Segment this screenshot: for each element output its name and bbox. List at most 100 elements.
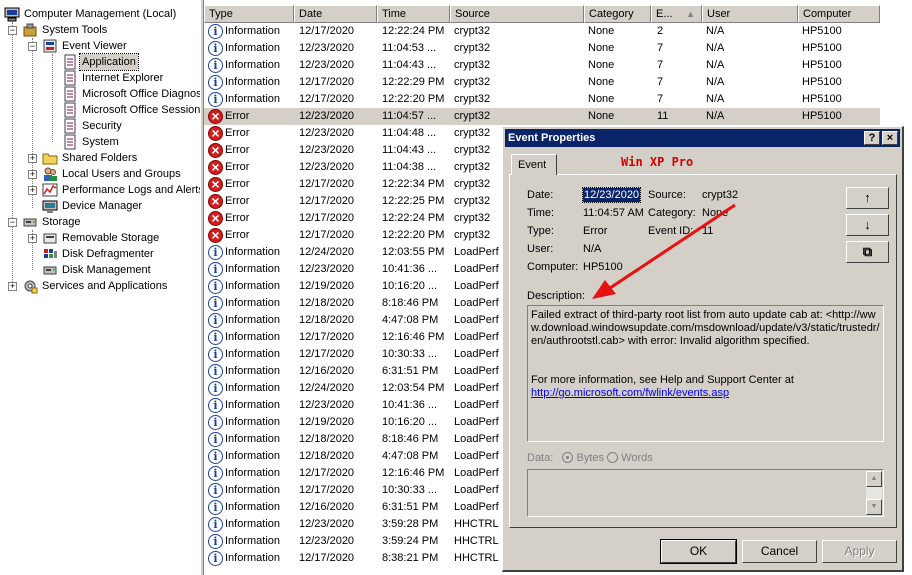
user-value: N/A — [583, 243, 602, 255]
data-format-row: Data: Bytes Words — [527, 452, 653, 464]
expand-icon[interactable]: + — [28, 154, 37, 163]
collapse-icon[interactable]: − — [8, 26, 17, 35]
tab-event[interactable]: Event — [511, 154, 557, 175]
cell-type: Information — [225, 416, 281, 428]
description-label: Description: — [527, 290, 586, 302]
error-icon — [208, 194, 223, 209]
category-label: Category: — [648, 207, 696, 219]
description-box[interactable]: Failed extract of third-party root list … — [527, 305, 884, 442]
previous-event-button[interactable]: ↑ — [846, 187, 889, 209]
info-icon — [208, 432, 223, 447]
cell-type: Information — [225, 467, 281, 479]
cell-date: 12/23/2020 — [299, 110, 355, 122]
cell-event-id: 7 — [657, 42, 664, 54]
cell-date: 12/17/2020 — [299, 467, 355, 479]
log-icon — [64, 118, 76, 134]
table-row[interactable]: Information 12/17/2020 12:22:29 PM crypt32 N… — [204, 74, 880, 91]
cell-type: Information — [225, 450, 281, 462]
apply-button[interactable]: Apply — [822, 540, 897, 563]
table-row[interactable]: Information 12/23/2020 11:04:43 ... crypt32… — [204, 57, 880, 74]
words-label: Words — [621, 452, 653, 464]
column-header-source[interactable]: Source — [450, 5, 584, 23]
info-icon — [208, 415, 223, 430]
log-icon — [64, 54, 76, 70]
cell-time: 11:04:53 ... — [382, 42, 437, 54]
cell-category: None — [588, 59, 615, 71]
table-row[interactable]: Information 12/17/2020 12:22:20 PM crypt32 N… — [204, 91, 880, 108]
cell-time: 12:22:24 PM — [382, 212, 445, 224]
info-icon — [208, 534, 223, 549]
column-header-user[interactable]: User — [702, 5, 798, 23]
tree-label: Disk Management — [62, 264, 151, 276]
bytes-radio[interactable] — [562, 452, 574, 463]
column-header-event[interactable]: E... ▲ — [651, 5, 702, 23]
tree-label: System Tools — [42, 24, 108, 36]
collapse-icon[interactable]: − — [8, 218, 17, 227]
cell-date: 12/17/2020 — [299, 25, 355, 37]
info-icon — [208, 245, 223, 260]
dialog-titlebar[interactable]: Event Properties ? × — [505, 129, 900, 147]
cell-user: N/A — [706, 25, 725, 37]
cell-source: crypt32 — [454, 110, 491, 122]
table-row[interactable]: Error 12/23/2020 11:04:57 ... crypt32 None 11… — [204, 108, 880, 125]
cell-date: 12/17/2020 — [299, 331, 355, 343]
cell-event-id: 7 — [657, 76, 664, 88]
data-scrollbar[interactable]: ▲ ▼ — [866, 471, 882, 515]
cell-date: 12/17/2020 — [299, 552, 355, 564]
cell-type: Error — [225, 195, 250, 207]
help-button[interactable]: ? — [864, 131, 880, 145]
cell-time: 12:03:55 PM — [382, 246, 445, 258]
cell-time: 6:31:51 PM — [382, 501, 439, 513]
cell-time: 12:22:29 PM — [382, 76, 445, 88]
event-id-label: Event ID: — [648, 225, 694, 237]
log-icon — [64, 70, 76, 86]
cell-date: 12/16/2020 — [299, 365, 355, 377]
scroll-down-icon[interactable]: ▼ — [866, 499, 882, 515]
tree-connector — [52, 54, 53, 142]
cell-category: None — [588, 25, 615, 37]
cell-user: N/A — [706, 93, 725, 105]
next-event-button[interactable]: ↓ — [846, 214, 889, 236]
words-radio[interactable] — [607, 452, 619, 463]
table-row[interactable]: Information 12/17/2020 12:22:24 PM crypt32 N… — [204, 23, 880, 40]
expand-icon[interactable]: + — [28, 234, 37, 243]
cell-source: crypt32 — [454, 42, 491, 54]
device-manager-icon — [42, 200, 58, 213]
column-header-date[interactable]: Date — [294, 5, 377, 23]
help-center-link[interactable]: http://go.microsoft.com/fwlink/events.as… — [531, 387, 729, 399]
event-viewer-icon — [43, 39, 57, 53]
close-button[interactable]: × — [882, 131, 898, 145]
cancel-button[interactable]: Cancel — [742, 540, 817, 563]
cell-date: 12/23/2020 — [299, 399, 355, 411]
ok-button[interactable]: OK — [660, 539, 737, 564]
data-box[interactable]: ▲ ▼ — [527, 469, 884, 517]
cell-computer: HP5100 — [802, 76, 842, 88]
expand-icon[interactable]: + — [8, 282, 17, 291]
cell-time: 10:30:33 ... — [382, 484, 438, 496]
info-icon — [208, 551, 223, 566]
table-row[interactable]: Information 12/23/2020 11:04:53 ... crypt32… — [204, 40, 880, 57]
cell-category: None — [588, 93, 615, 105]
column-header-computer[interactable]: Computer — [798, 5, 880, 23]
tree-label: Services and Applications — [42, 280, 168, 292]
column-header-type[interactable]: Type — [204, 5, 294, 23]
scroll-up-icon[interactable]: ▲ — [866, 471, 882, 487]
cell-type: Information — [225, 535, 281, 547]
column-header-category[interactable]: Category — [584, 5, 651, 23]
info-icon — [208, 500, 223, 515]
time-label: Time: — [527, 207, 555, 219]
copy-button[interactable]: ⧉ — [846, 241, 889, 263]
expand-icon[interactable]: + — [28, 170, 37, 179]
tree-label: Shared Folders — [62, 152, 138, 164]
cell-time: 3:59:28 PM — [382, 518, 439, 530]
type-label: Type: — [527, 225, 554, 237]
cell-type: Information — [225, 382, 281, 394]
cell-time: 11:04:57 ... — [382, 110, 437, 122]
dialog-title: Event Properties — [508, 132, 596, 144]
tree-label: Device Manager — [62, 200, 143, 212]
collapse-icon[interactable]: − — [28, 42, 37, 51]
expand-icon[interactable]: + — [28, 186, 37, 195]
column-header-label: Time — [382, 8, 407, 20]
info-icon — [208, 381, 223, 396]
column-header-time[interactable]: Time — [377, 5, 450, 23]
